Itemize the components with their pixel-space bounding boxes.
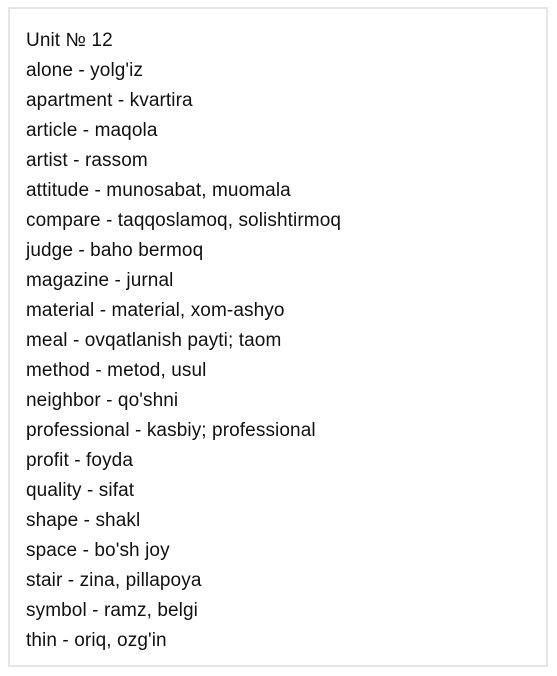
vocab-entry: article - maqola: [26, 120, 158, 141]
vocab-entry: neighbor - qo'shni: [26, 390, 179, 411]
vocabulary-list: Unit № 12 alone - yolg'iz apartment - kv…: [26, 26, 536, 656]
vocabulary-card: Unit № 12 alone - yolg'iz apartment - kv…: [8, 7, 548, 667]
vocab-entry: quality - sifat: [26, 480, 135, 501]
vocab-entry: artist - rassom: [26, 150, 148, 171]
vocab-entry: method - metod, usul: [26, 360, 207, 381]
vocab-entry: professional - kasbiy; professional: [26, 420, 316, 441]
vocab-entry: compare - taqqoslamoq, solishtirmoq: [26, 210, 342, 231]
vocab-entry: judge - baho bermoq: [26, 240, 204, 261]
vocab-entry: attitude - munosabat, muomala: [26, 180, 291, 201]
vocab-entry: symbol - ramz, belgi: [26, 600, 198, 621]
vocab-entry: magazine - jurnal: [26, 270, 174, 291]
vocab-entry: alone - yolg'iz: [26, 60, 144, 81]
vocab-entry: space - bo'sh joy: [26, 540, 170, 561]
unit-title: Unit № 12: [26, 30, 113, 51]
vocab-entry: material - material, xom-ashyo: [26, 300, 285, 321]
vocab-entry: meal - ovqatlanish payti; taom: [26, 330, 282, 351]
vocab-entry: shape - shakl: [26, 510, 141, 531]
vocab-entry: thin - oriq, ozg'in: [26, 630, 167, 651]
vocab-entry: profit - foyda: [26, 450, 134, 471]
vocab-entry: apartment - kvartira: [26, 90, 193, 111]
vocab-entry: stair - zina, pillapoya: [26, 570, 202, 591]
